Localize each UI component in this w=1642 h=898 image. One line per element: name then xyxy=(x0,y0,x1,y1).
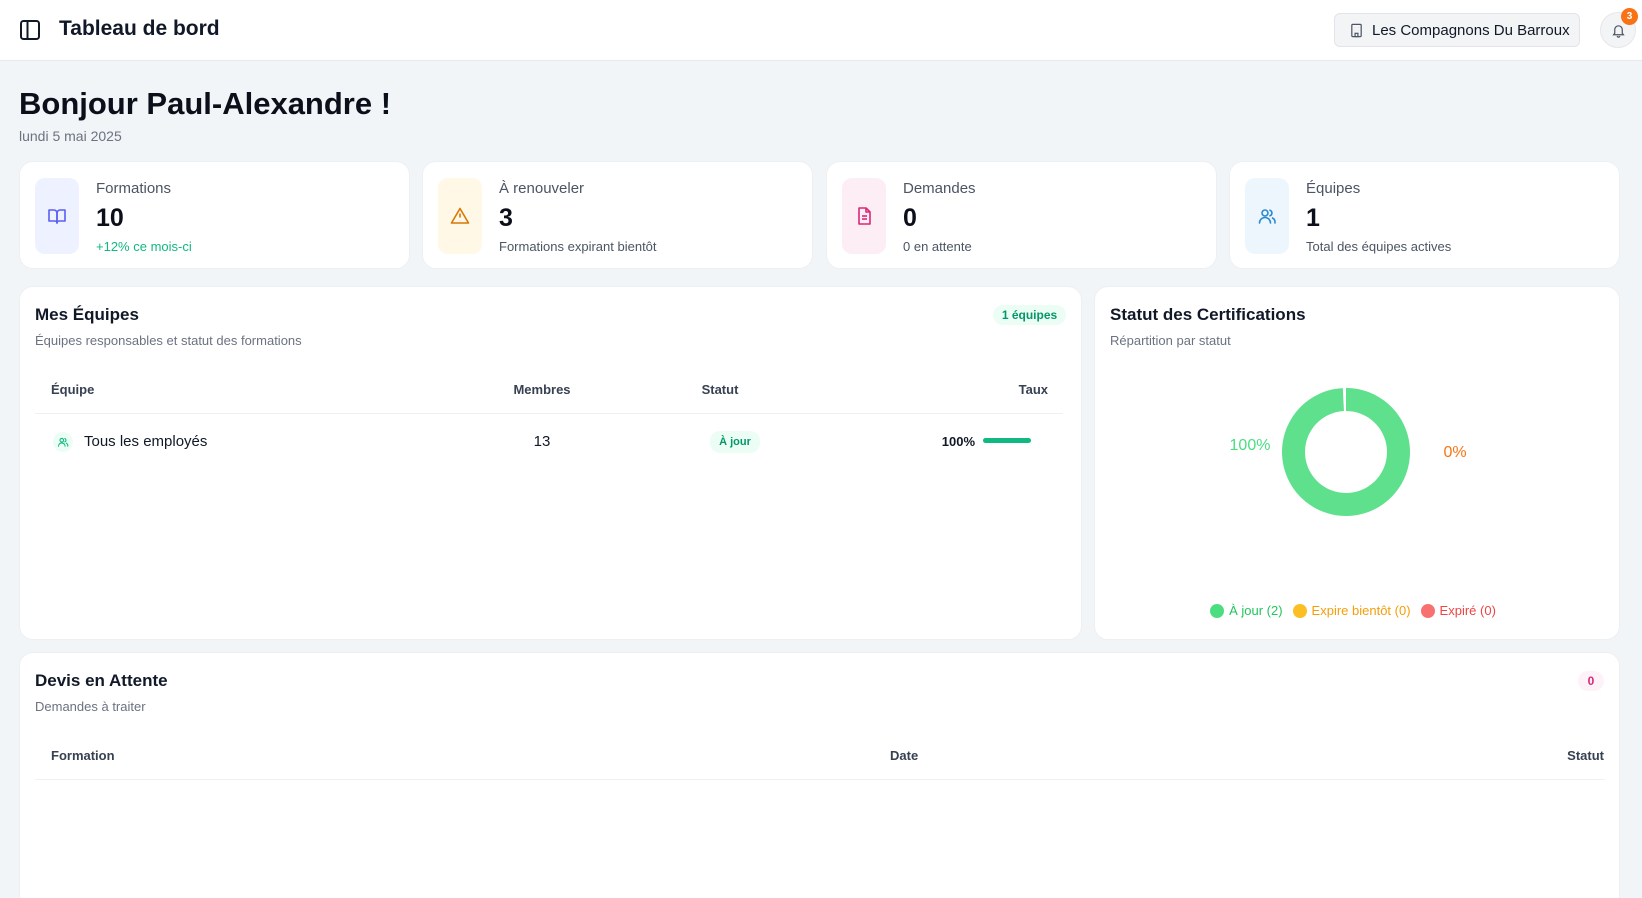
stat-label: Demandes xyxy=(903,180,976,197)
column-header-rate: Taux xyxy=(1018,382,1048,397)
legend-item[interactable]: Expiré (0) xyxy=(1420,603,1496,618)
stat-description: Formations expirant bientôt xyxy=(499,239,657,254)
team-users-icon xyxy=(53,432,73,452)
panel-title: Devis en Attente xyxy=(35,671,168,690)
teams-panel: Mes Équipes Équipes responsables et stat… xyxy=(19,286,1082,640)
organization-switcher-button[interactable]: Les Compagnons Du Barroux xyxy=(1334,13,1580,47)
warning-icon xyxy=(438,178,482,254)
top-bar: Tableau de bord Les Compagnons Du Barrou… xyxy=(0,0,1642,61)
table-divider xyxy=(35,779,1605,780)
stat-description: 0 en attente xyxy=(903,239,972,254)
donut-slice-0[interactable] xyxy=(1282,388,1410,516)
column-header-formation: Formation xyxy=(51,748,115,763)
stat-card-requests[interactable]: Demandes 0 0 en attente xyxy=(826,161,1217,269)
slice-label-expired: 0% xyxy=(1443,444,1466,461)
stat-label: À renouveler xyxy=(499,180,585,197)
stat-description: Total des équipes actives xyxy=(1306,239,1452,254)
legend-item[interactable]: À jour (2) xyxy=(1210,603,1283,618)
column-header-date: Date xyxy=(890,748,919,763)
column-header-status: Statut xyxy=(1567,748,1604,763)
panel-title: Mes Équipes xyxy=(35,305,139,324)
building-icon xyxy=(1351,23,1362,37)
stat-card-teams[interactable]: Équipes 1 Total des équipes actives xyxy=(1229,161,1620,269)
current-date: lundi 5 mai 2025 xyxy=(19,128,122,144)
legend-label: À jour (2) xyxy=(1229,603,1283,618)
stat-value: 3 xyxy=(499,204,513,232)
notification-count-badge: 3 xyxy=(1621,8,1638,25)
document-icon xyxy=(842,178,886,254)
panel-subtitle: Équipes responsables et statut des forma… xyxy=(35,333,302,348)
quotes-count-badge: 0 xyxy=(1578,671,1604,691)
status-badge: À jour xyxy=(710,431,760,453)
certifications-panel: Statut des Certifications Répartition pa… xyxy=(1094,286,1620,640)
column-header-status: Statut xyxy=(701,382,739,397)
legend-dot xyxy=(1210,603,1225,618)
legend-dot xyxy=(1420,603,1435,618)
legend-dot xyxy=(1292,603,1307,618)
panel-subtitle: Répartition par statut xyxy=(1110,333,1231,348)
stat-value: 1 xyxy=(1306,204,1320,232)
legend-label: Expire bientôt (0) xyxy=(1311,603,1411,618)
slice-label-up-to-date: 100% xyxy=(1230,437,1271,454)
panel-title: Statut des Certifications xyxy=(1110,305,1306,324)
bell-icon xyxy=(1611,24,1625,38)
legend-label: Expiré (0) xyxy=(1439,603,1496,618)
greeting-heading: Bonjour Paul-Alexandre ! xyxy=(19,86,392,121)
organization-name: Les Compagnons Du Barroux xyxy=(1372,21,1570,39)
team-name: Tous les employés xyxy=(84,433,208,450)
stat-label: Formations xyxy=(96,180,172,197)
stat-label: Équipes xyxy=(1306,180,1361,197)
stat-card-renewal[interactable]: À renouveler 3 Formations expirant bient… xyxy=(422,161,813,269)
team-rate-value: 100% xyxy=(941,434,975,449)
book-icon xyxy=(35,178,79,254)
stat-value: 0 xyxy=(903,204,917,232)
users-icon xyxy=(1245,178,1289,254)
page-title: Tableau de bord xyxy=(59,17,220,40)
team-members-count: 13 xyxy=(533,433,551,450)
certification-donut-chart: 100% 0% xyxy=(1230,388,1467,516)
column-header-team: Équipe xyxy=(51,382,95,397)
panel-subtitle: Demandes à traiter xyxy=(35,699,146,714)
column-header-members: Membres xyxy=(513,382,571,397)
pending-quotes-panel: Devis en Attente Demandes à traiter 0 Fo… xyxy=(19,652,1620,898)
table-row[interactable]: Tous les employés 13 À jour 100% xyxy=(35,414,1063,469)
stat-card-formations[interactable]: Formations 10 +12% ce mois-ci xyxy=(19,161,410,269)
rate-progress-track xyxy=(983,438,1031,443)
legend-item[interactable]: Expire bientôt (0) xyxy=(1292,603,1411,618)
sidebar-toggle-icon[interactable] xyxy=(19,19,41,41)
teams-count-badge: 1 équipes xyxy=(993,305,1066,325)
rate-progress-fill xyxy=(983,438,1031,443)
stat-value: 10 xyxy=(96,204,124,232)
chart-legend: À jour (2) Expire bientôt (0) Expiré (0) xyxy=(1095,603,1621,623)
stat-trend: +12% ce mois-ci xyxy=(96,239,192,254)
